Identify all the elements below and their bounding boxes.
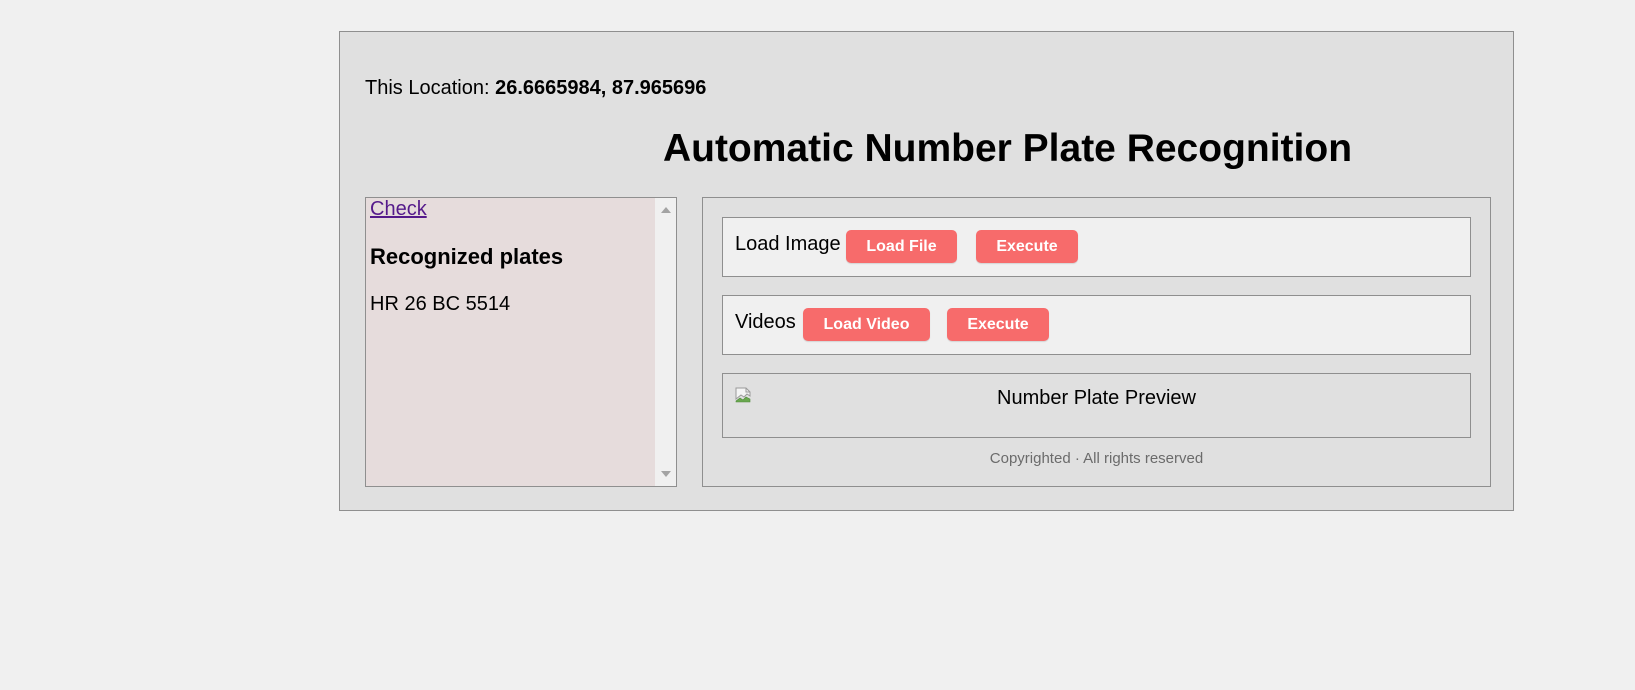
controls-panel: Load Image Load File Execute Videos Load…	[702, 197, 1491, 487]
videos-row: Videos Load Video Execute	[722, 295, 1471, 355]
location-coordinates: 26.6665984, 87.965696	[495, 77, 707, 99]
location-label: This Location:	[365, 77, 490, 99]
main-container: This Location: 26.6665984, 87.965696 Aut…	[339, 31, 1514, 511]
check-link[interactable]: Check	[370, 198, 427, 220]
location-line: This Location: 26.6665984, 87.965696	[365, 76, 706, 100]
execute-image-button[interactable]: Execute	[976, 230, 1078, 263]
recognized-plates-heading: Recognized plates	[370, 244, 564, 269]
number-plate-preview: Number Plate Preview	[722, 373, 1471, 438]
execute-video-button[interactable]: Execute	[947, 308, 1049, 341]
load-image-row: Load Image Load File Execute	[722, 217, 1471, 277]
scroll-down-icon[interactable]	[661, 471, 671, 477]
recognized-plates-panel[interactable]: Check Recognized plates HR 26 BC 5514	[365, 197, 677, 487]
sidebar-scrollbar[interactable]	[655, 198, 676, 486]
plate-item: HR 26 BC 5514	[370, 293, 511, 315]
videos-label: Videos	[735, 311, 796, 333]
page-title: Automatic Number Plate Recognition	[662, 127, 1353, 170]
load-video-button[interactable]: Load Video	[803, 308, 930, 341]
scroll-up-icon[interactable]	[661, 207, 671, 213]
load-file-button[interactable]: Load File	[846, 230, 957, 263]
load-image-label: Load Image	[735, 233, 841, 255]
footer-copyright: Copyrighted · All rights reserved	[989, 450, 1204, 467]
preview-alt-text: Number Plate Preview	[997, 387, 1196, 409]
